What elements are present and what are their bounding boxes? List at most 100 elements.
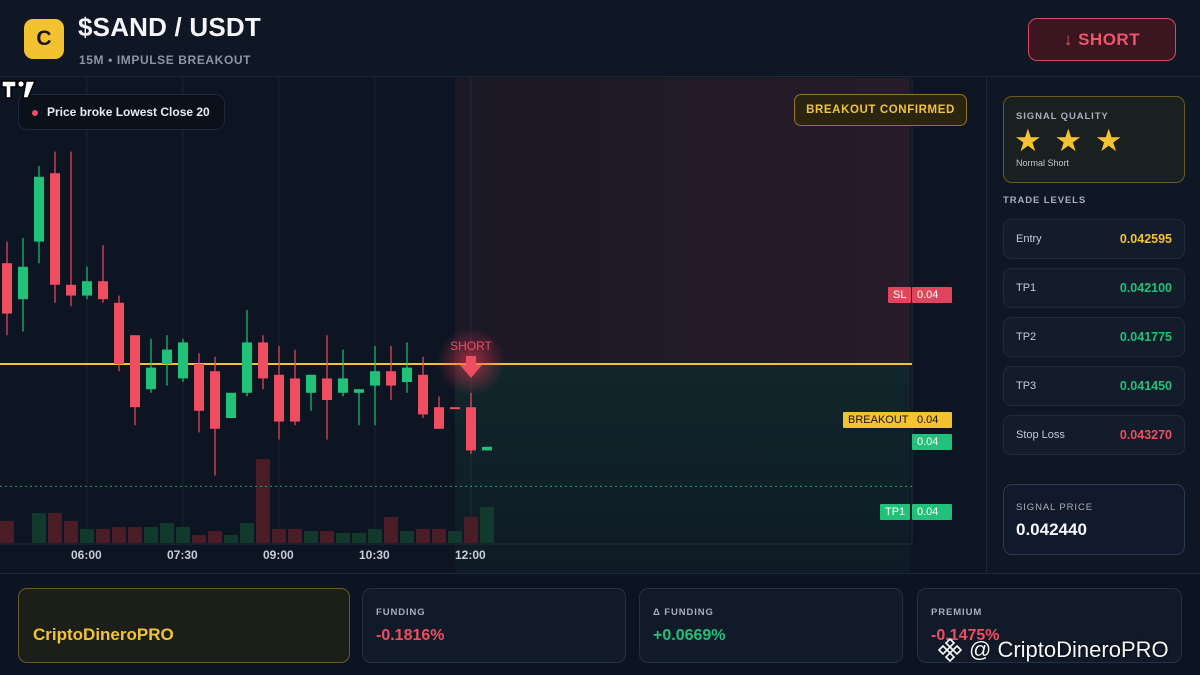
header: C $SAND / USDT 15M • IMPULSE BREAKOUT ↓ …: [0, 0, 1200, 77]
watermark: @ CriptoDineroPRO: [937, 637, 1169, 663]
pair-subtitle: 15M • IMPULSE BREAKOUT: [79, 53, 252, 67]
trade-level-value: 0.043270: [1119, 428, 1172, 442]
trade-level-name: TP1: [1016, 282, 1037, 294]
short-button[interactable]: ↓ SHORT: [1028, 18, 1176, 61]
volume-bar: [160, 523, 174, 543]
brand-card: CriptoDineroPRO: [18, 588, 350, 663]
x-tick-label: 09:00: [263, 548, 294, 562]
price-chart[interactable]: SHORT Price broke Lowest Close 20 BREAKO…: [0, 78, 985, 573]
candle-body: [2, 263, 12, 314]
candle-body: [370, 371, 380, 386]
volume-bar: [128, 527, 142, 543]
volume-bar: [400, 531, 414, 543]
breakout-price-tag: 0.04: [912, 412, 952, 428]
candle-body: [450, 407, 460, 410]
candle-body: [34, 176, 44, 242]
trade-level-stop-loss: Stop Loss 0.043270: [1003, 415, 1185, 455]
volume-bar: [368, 529, 382, 543]
volume-bar: [48, 513, 62, 543]
candle-body: [434, 407, 444, 429]
trade-level-name: TP2: [1016, 331, 1037, 343]
quality-note: Normal Short: [1016, 158, 1070, 168]
volume-bar: [240, 523, 254, 543]
tp1-price-tag: 0.04: [912, 504, 952, 520]
signal-sidebar: SIGNAL QUALITY ★ ★ ★ Normal Short TRADE …: [986, 78, 1200, 573]
candle-body: [210, 371, 220, 429]
candle-body: [386, 371, 396, 386]
volume-bar: [272, 529, 286, 543]
quality-title: SIGNAL QUALITY: [1016, 111, 1109, 122]
coin-logo: C: [24, 19, 64, 59]
volume-bar: [464, 517, 478, 543]
candle-body: [178, 342, 188, 379]
volume-bar: [384, 517, 398, 543]
signal-price-card: SIGNAL PRICE 0.042440: [1003, 484, 1185, 555]
trade-level-name: Stop Loss: [1016, 429, 1065, 441]
pair-title: $SAND / USDT: [78, 12, 261, 42]
delta-funding-card: Δ FUNDING +0.0669%: [639, 588, 903, 663]
app-root: C $SAND / USDT 15M • IMPULSE BREAKOUT ↓ …: [0, 0, 1200, 675]
trade-level-value: 0.041450: [1119, 379, 1172, 393]
tradingview-logo-icon: [1, 80, 37, 99]
x-tick-label: 12:00: [455, 548, 486, 562]
volume-bar: [208, 531, 222, 543]
volume-bar: [192, 535, 206, 543]
breakout-label-tag: BREAKOUT: [843, 412, 914, 428]
candle-body: [82, 281, 92, 296]
binance-logo-icon: [937, 637, 963, 663]
volume-bar: [480, 507, 494, 543]
volume-bar: [448, 531, 462, 543]
candle-body: [466, 407, 476, 451]
x-tick-label: 07:30: [167, 548, 198, 562]
candle-body: [322, 378, 332, 400]
volume-bar: [304, 531, 318, 543]
candle-body: [402, 367, 412, 382]
candle-body: [130, 335, 140, 408]
candle-body: [162, 349, 172, 364]
star-rating-icon: ★ ★ ★: [1014, 123, 1125, 158]
trade-level-value: 0.042595: [1119, 232, 1172, 246]
funding-card: FUNDING -0.1816%: [362, 588, 626, 663]
candle-body: [338, 378, 348, 393]
volume-bar: [176, 527, 190, 543]
volume-bar: [432, 529, 446, 543]
funding-title: FUNDING: [376, 607, 426, 618]
trade-level-tp1: TP1 0.042100: [1003, 268, 1185, 308]
x-tick-label: 10:30: [359, 548, 390, 562]
volume-bar: [336, 533, 350, 543]
volume-bar: [320, 531, 334, 543]
brand-name: CriptoDineroPRO: [33, 625, 174, 644]
volume-bar: [112, 527, 126, 543]
candle-body: [18, 266, 28, 300]
candle-body: [306, 374, 316, 393]
tp1-label-tag: TP1: [880, 504, 911, 520]
sl-price-tag: 0.04: [912, 287, 952, 303]
volume-bar: [32, 513, 46, 543]
candle-body: [194, 364, 204, 411]
volume-bar: [416, 529, 430, 543]
candle-body: [98, 281, 108, 300]
volume-bar: [256, 459, 270, 543]
candle-body: [418, 374, 428, 415]
take-profit-zone: [455, 364, 910, 573]
funding-value: -0.1816%: [376, 627, 445, 644]
volume-bar: [80, 529, 94, 543]
candle-body: [258, 342, 268, 379]
candle-body: [226, 392, 236, 418]
candle-body: [354, 389, 364, 393]
trade-level-name: Entry: [1016, 233, 1042, 245]
trade-level-value: 0.042100: [1119, 281, 1172, 295]
volume-bar: [64, 521, 78, 543]
signal-quality-card: SIGNAL QUALITY ★ ★ ★ Normal Short: [1003, 96, 1185, 183]
watermark-text: @ CriptoDineroPRO: [969, 637, 1169, 662]
trade-level-entry: Entry 0.042595: [1003, 219, 1185, 259]
status-dot-icon: [32, 110, 38, 116]
signal-price-title: SIGNAL PRICE: [1016, 502, 1093, 513]
delta-funding-title: Δ FUNDING: [653, 607, 714, 618]
trade-level-tp3: TP3 0.041450: [1003, 366, 1185, 406]
candle-body: [290, 378, 300, 422]
x-tick-label: 06:00: [71, 548, 102, 562]
candle-body: [114, 302, 124, 364]
short-marker-label: SHORT: [450, 339, 492, 353]
trade-level-value: 0.041775: [1119, 330, 1172, 344]
